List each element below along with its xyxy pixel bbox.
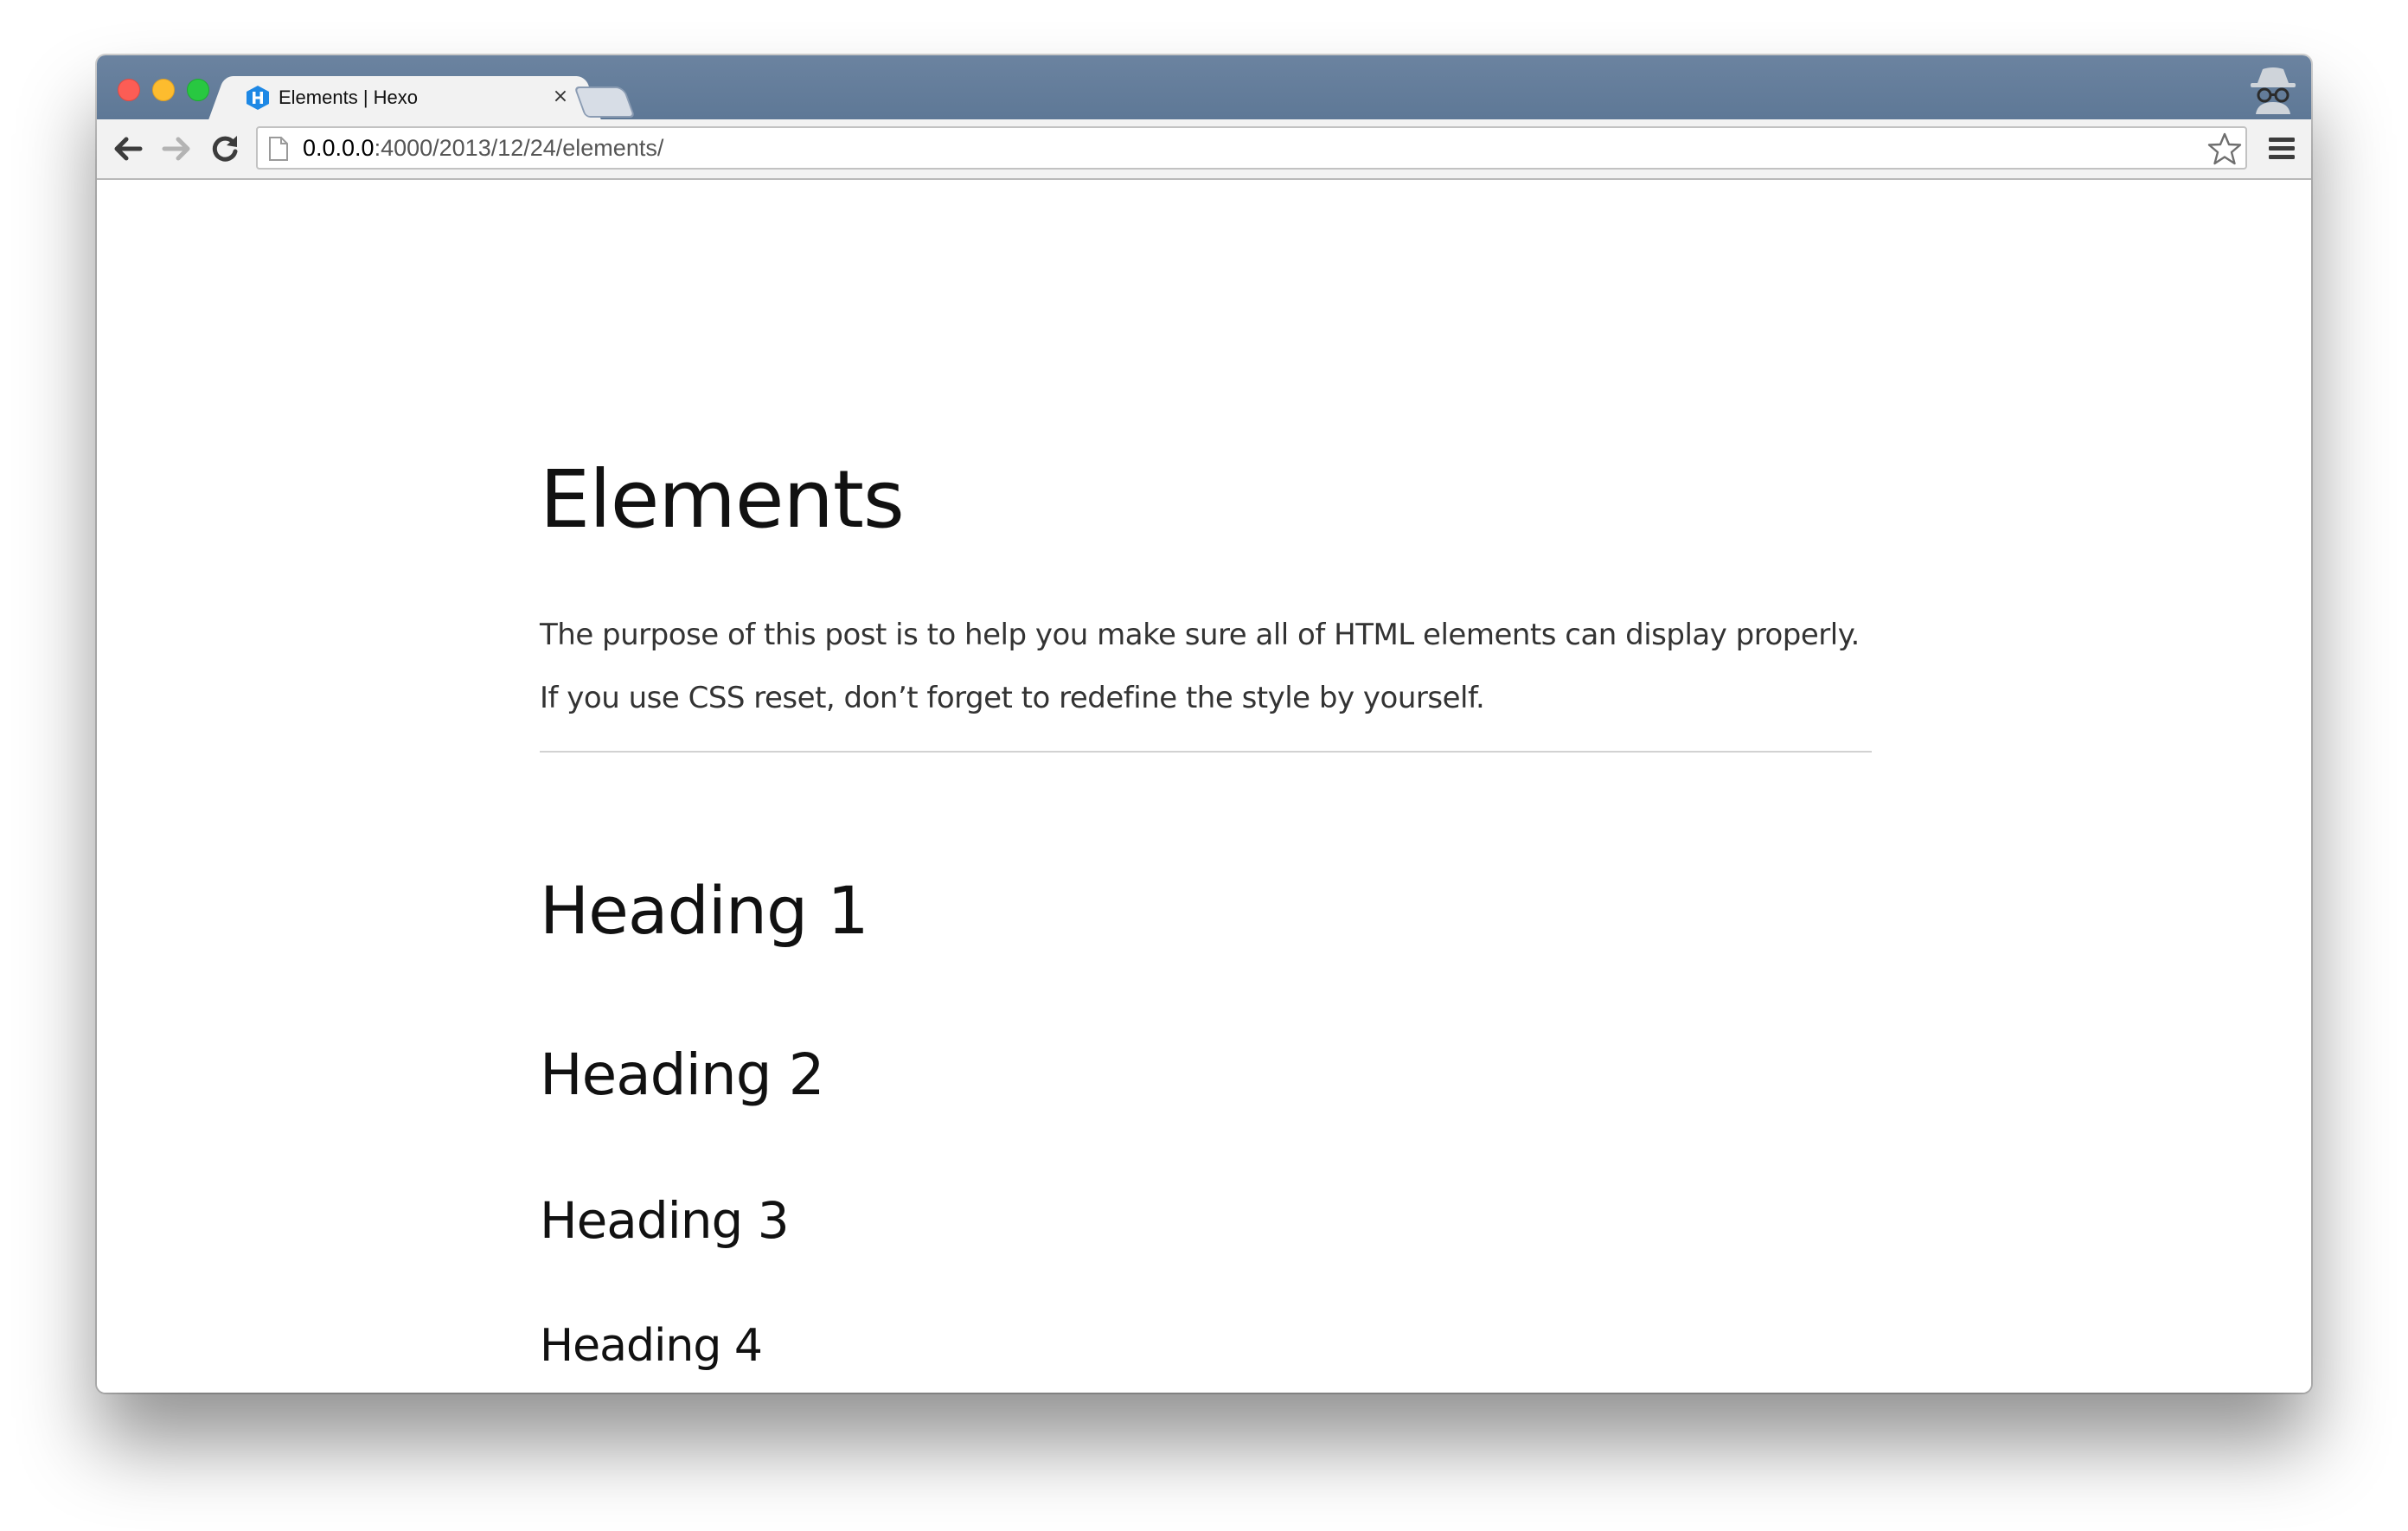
page-content: Elements The purpose of this post is to … (97, 180, 2311, 1393)
heading-3: Heading 3 (540, 1191, 790, 1250)
close-window-button[interactable] (118, 79, 140, 101)
heading-4: Heading 4 (540, 1320, 763, 1372)
page-icon (268, 137, 289, 161)
incognito-icon (2245, 64, 2301, 114)
hamburger-menu-icon[interactable] (2263, 130, 2301, 168)
browser-toolbar: 0.0.0.0:4000/2013/12/24/elements/ (97, 119, 2311, 180)
minimize-window-button[interactable] (152, 79, 175, 101)
tab-elements-hexo[interactable]: Elements | Hexo × (228, 76, 581, 121)
intro-paragraph-line-2: If you use CSS reset, don’t forget to re… (540, 681, 1485, 715)
intro-paragraph-line-1: The purpose of this post is to help you … (540, 618, 1860, 652)
heading-1: Heading 1 (540, 872, 869, 949)
divider (540, 751, 1872, 753)
forward-arrow-icon[interactable] (156, 128, 197, 170)
title-bar: Elements | Hexo × (97, 55, 2311, 121)
post-title: Elements (540, 453, 905, 546)
new-tab-button[interactable] (573, 86, 636, 118)
url-path: :4000/2013/12/24/elements/ (374, 135, 664, 161)
tab-title: Elements | Hexo (279, 86, 419, 108)
browser-window: Elements | Hexo × 0.0.0.0:4000/2013/12/2… (97, 55, 2311, 1393)
maximize-window-button[interactable] (187, 79, 209, 101)
reload-icon[interactable] (204, 128, 246, 170)
url-host: 0.0.0.0 (303, 135, 375, 161)
heading-2: Heading 2 (540, 1041, 825, 1108)
tab-close-icon[interactable]: × (547, 83, 574, 111)
back-arrow-icon[interactable] (107, 128, 149, 170)
hexo-logo-icon (246, 85, 270, 111)
address-bar[interactable]: 0.0.0.0:4000/2013/12/24/elements/ (256, 126, 2247, 170)
url-text[interactable]: 0.0.0.0:4000/2013/12/24/elements/ (303, 128, 663, 168)
star-icon[interactable] (2207, 131, 2242, 166)
